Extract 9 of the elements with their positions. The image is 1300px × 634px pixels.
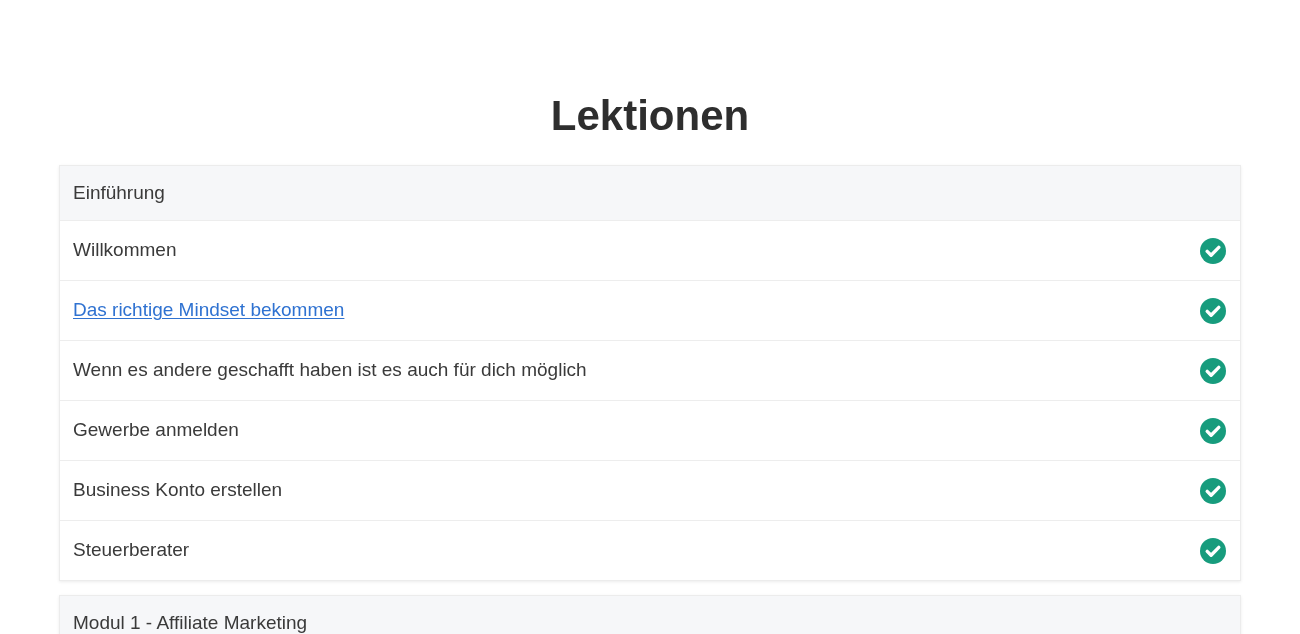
lesson-title: Business Konto erstellen: [73, 478, 283, 503]
lesson-title: Gewerbe anmelden: [73, 418, 239, 443]
lesson-link[interactable]: Das richtige Mindset bekommen: [73, 296, 345, 325]
lesson-title: Steuerberater: [73, 538, 190, 563]
lesson-title: Willkommen: [73, 238, 177, 263]
module-header: Modul 1 - Affiliate Marketing: [60, 596, 1240, 634]
lesson-title: Wenn es andere geschafft haben ist es auch für dich möglich: [73, 358, 587, 383]
page-title: Lektionen: [549, 92, 751, 140]
module-header: Einführung: [60, 166, 1240, 220]
